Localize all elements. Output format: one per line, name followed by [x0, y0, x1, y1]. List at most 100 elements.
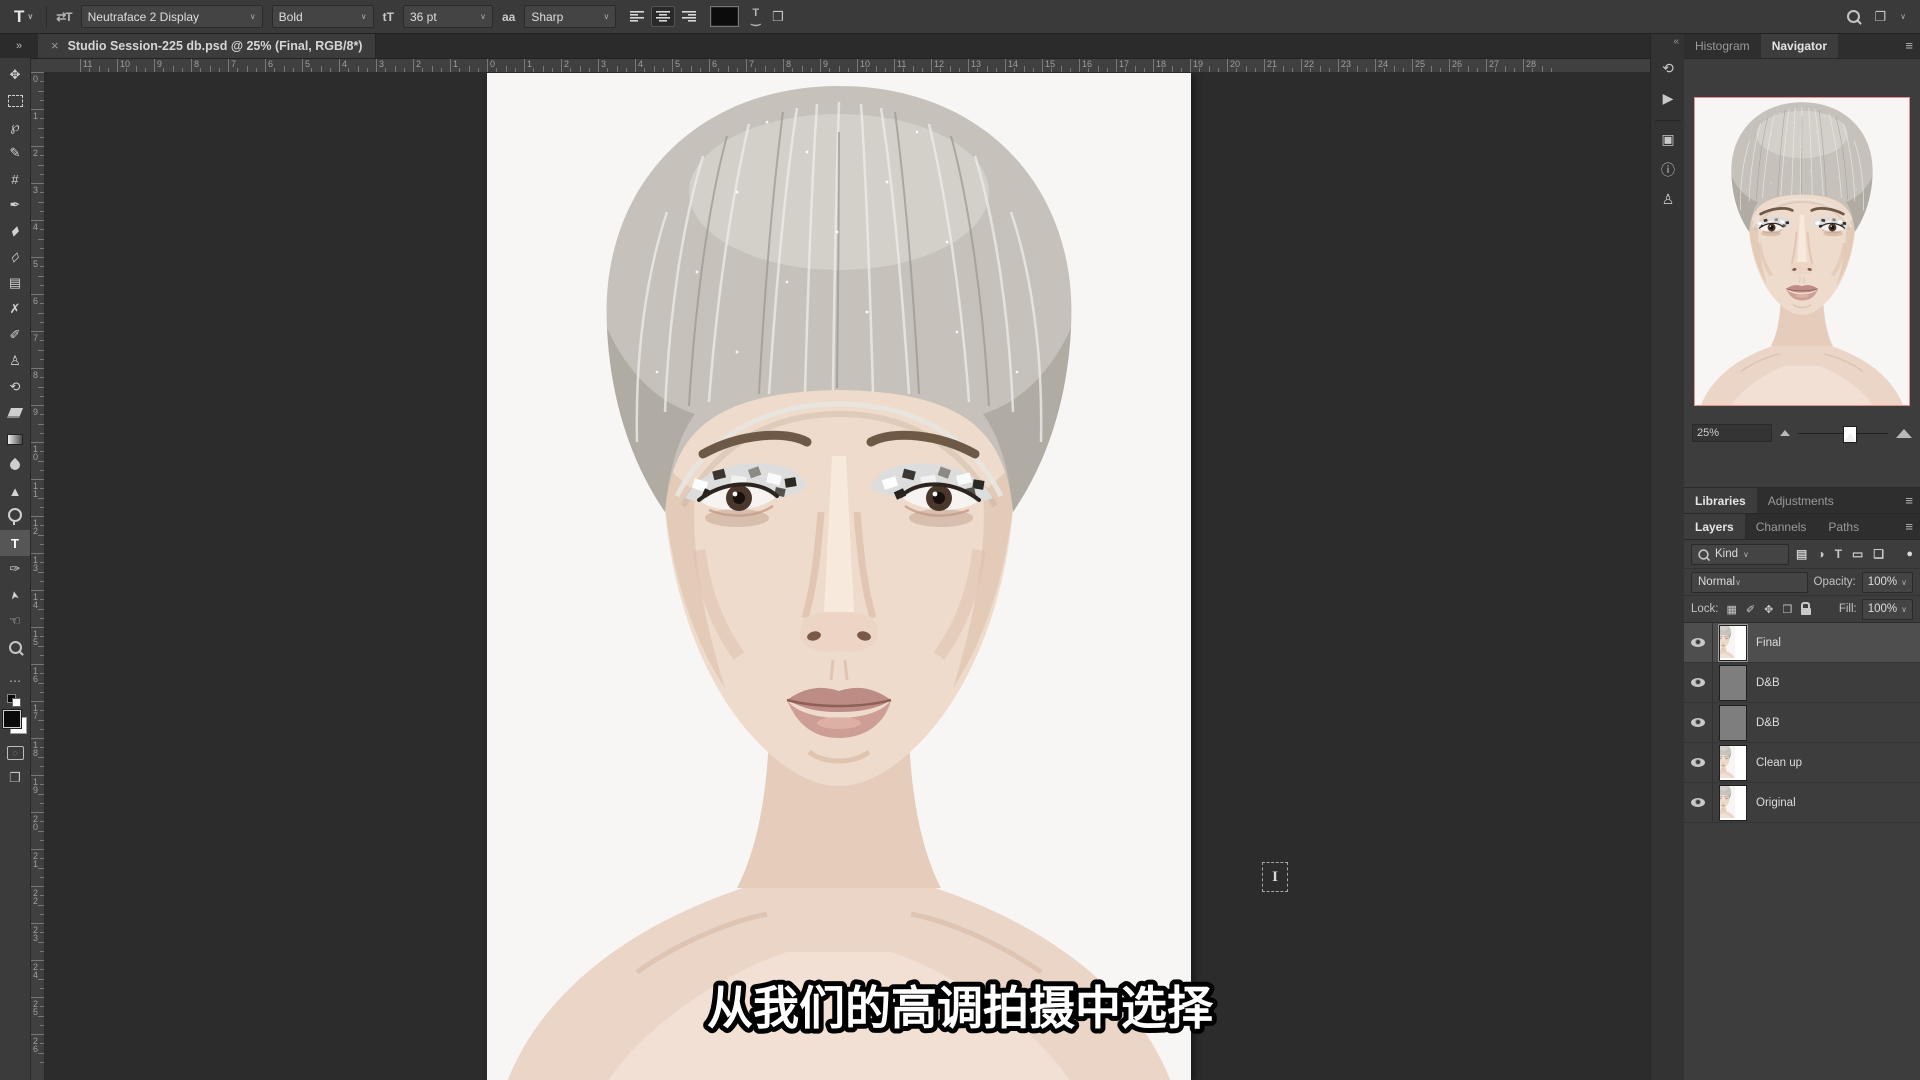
layer-row[interactable]: Final	[1684, 623, 1920, 663]
eye-icon[interactable]	[1691, 638, 1705, 647]
text-orientation-icon[interactable]: ⇄T	[56, 10, 71, 24]
tab-channels[interactable]: Channels	[1745, 514, 1818, 539]
tab-adjustments[interactable]: Adjustments	[1757, 488, 1845, 513]
lock-pixels-icon[interactable]: ✐	[1746, 603, 1755, 616]
content-aware-move-tool[interactable]: ✗	[0, 296, 30, 322]
smart-object-filter-icon[interactable]: ❑	[1873, 547, 1884, 561]
panel-menu-icon[interactable]: ≡	[1905, 514, 1913, 539]
zoom-in-icon[interactable]	[1896, 429, 1912, 438]
document-tab[interactable]: × Studio Session-225 db.psd @ 25% (Final…	[38, 33, 376, 58]
layer-thumbnail[interactable]	[1720, 706, 1746, 740]
edit-toolbar-icon[interactable]: ⋯	[9, 674, 21, 688]
quick-mask-icon[interactable]: ◌	[7, 746, 24, 760]
visibility-cell[interactable]	[1684, 663, 1713, 702]
warp-text-icon[interactable]: T ‿	[748, 10, 763, 24]
anti-alias-select[interactable]: Sharp ∨	[524, 5, 616, 28]
history-panel-icon[interactable]: ⟲	[1651, 55, 1685, 82]
lock-all-icon[interactable]	[1801, 608, 1811, 615]
visibility-cell[interactable]	[1684, 783, 1713, 822]
blur-tool[interactable]	[0, 452, 30, 478]
eye-icon[interactable]	[1691, 758, 1705, 767]
zoom-out-icon[interactable]	[1780, 430, 1790, 436]
eraser-tool[interactable]	[0, 400, 30, 426]
horizontal-ruler[interactable]: 1110987654321012345678910111213141516171…	[44, 58, 1650, 73]
visibility-cell[interactable]	[1684, 743, 1713, 782]
eye-icon[interactable]	[1691, 798, 1705, 807]
tab-paths[interactable]: Paths	[1817, 514, 1870, 539]
zoom-slider[interactable]	[1798, 426, 1888, 440]
align-right-button[interactable]	[677, 6, 701, 27]
screen-mode-icon[interactable]: ❐	[9, 770, 21, 786]
eye-icon[interactable]	[1691, 718, 1705, 727]
pen-tool[interactable]: ✑	[0, 556, 30, 582]
layer-thumbnail[interactable]	[1720, 626, 1746, 660]
close-icon[interactable]: ×	[51, 38, 59, 53]
character-panel-toggle-icon[interactable]: ❒	[772, 9, 784, 25]
current-tool-indicator[interactable]: T ∨	[10, 7, 37, 27]
filter-kind-select[interactable]: Kind ∨	[1691, 544, 1789, 565]
layer-filter-toggle[interactable]: ●	[1906, 548, 1913, 560]
lasso-tool[interactable]: ℘	[0, 114, 30, 140]
actions-panel-icon[interactable]: ▶	[1651, 85, 1685, 112]
panel-menu-icon[interactable]: ≡	[1905, 488, 1913, 513]
opacity-field[interactable]: 100% ∨	[1862, 572, 1913, 593]
panel-menu-icon[interactable]: ≡	[1905, 33, 1913, 58]
history-brush-tool[interactable]: ⟲	[0, 374, 30, 400]
zoom-percent-field[interactable]: 25%	[1692, 424, 1772, 442]
tab-layers[interactable]: Layers	[1684, 514, 1745, 539]
type-tool[interactable]: T	[0, 530, 30, 556]
info-panel-icon[interactable]: ⓘ	[1651, 156, 1685, 183]
quick-selection-tool[interactable]: ✎	[0, 140, 30, 166]
zoom-tool[interactable]	[0, 634, 30, 660]
layer-row[interactable]: Original	[1684, 783, 1920, 823]
visibility-cell[interactable]	[1684, 623, 1713, 662]
layer-name[interactable]: D&B	[1756, 717, 1780, 729]
layer-name[interactable]: Final	[1756, 637, 1781, 649]
navigator-preview[interactable]	[1694, 97, 1910, 406]
crop-tool[interactable]: #	[0, 166, 30, 192]
eye-icon[interactable]	[1691, 678, 1705, 687]
layer-name[interactable]: Clean up	[1756, 757, 1802, 769]
tab-overflow-chevron[interactable]: »	[0, 33, 38, 58]
pasteboard[interactable]	[44, 72, 1650, 1080]
chevron-down-icon[interactable]: ∨	[1900, 12, 1906, 21]
layer-thumbnail[interactable]	[1720, 666, 1746, 700]
layer-row[interactable]: Clean up	[1684, 743, 1920, 783]
fill-field[interactable]: 100% ∨	[1862, 599, 1913, 620]
move-tool[interactable]: ✥	[0, 62, 30, 88]
sharpen-tool[interactable]: ▲	[0, 478, 30, 504]
tab-libraries[interactable]: Libraries	[1684, 488, 1757, 513]
clone-stamp-tool[interactable]: ♙	[0, 348, 30, 374]
default-swatches-icon[interactable]	[7, 694, 23, 706]
properties-panel-icon[interactable]: ▣	[1651, 126, 1685, 153]
path-selection-tool[interactable]: ➤	[0, 582, 30, 608]
layer-thumbnail[interactable]	[1720, 746, 1746, 780]
text-color-swatch[interactable]	[710, 6, 739, 27]
pixel-layer-filter-icon[interactable]: ▤	[1796, 547, 1807, 561]
foreground-color-swatch[interactable]	[3, 710, 21, 728]
layer-row[interactable]: D&B	[1684, 703, 1920, 743]
vertical-ruler[interactable]: 01234567891 01 11 21 31 41 51 61 71 81 9…	[30, 72, 45, 1080]
font-family-select[interactable]: Neutraface 2 Display ∨	[81, 5, 263, 28]
lock-transparency-icon[interactable]: ▦	[1727, 603, 1737, 616]
lock-artboard-icon[interactable]: ❒	[1782, 603, 1792, 616]
tab-navigator[interactable]: Navigator	[1761, 33, 1838, 58]
shape-layer-filter-icon[interactable]: ▭	[1852, 547, 1863, 561]
color-swatches[interactable]	[3, 710, 27, 734]
layer-name[interactable]: Original	[1756, 797, 1796, 809]
align-left-button[interactable]	[625, 6, 649, 27]
blend-mode-select[interactable]: Normal ∨	[1691, 572, 1808, 593]
font-size-select[interactable]: 36 pt ∨	[403, 5, 493, 28]
lock-position-icon[interactable]: ✥	[1764, 603, 1773, 616]
layer-row[interactable]: D&B	[1684, 663, 1920, 703]
layer-name[interactable]: D&B	[1756, 677, 1780, 689]
clone-source-panel-icon[interactable]: ♙	[1651, 186, 1685, 213]
hand-tool[interactable]: ☜	[0, 608, 30, 634]
healing-brush-tool[interactable]: ▱	[0, 244, 30, 270]
gradient-tool[interactable]	[0, 426, 30, 452]
type-layer-filter-icon[interactable]: T	[1835, 547, 1842, 561]
tab-histogram[interactable]: Histogram	[1684, 33, 1761, 58]
search-icon[interactable]	[1847, 10, 1860, 23]
visibility-cell[interactable]	[1684, 703, 1713, 742]
workspace-switcher-icon[interactable]: ❐	[1874, 9, 1886, 25]
